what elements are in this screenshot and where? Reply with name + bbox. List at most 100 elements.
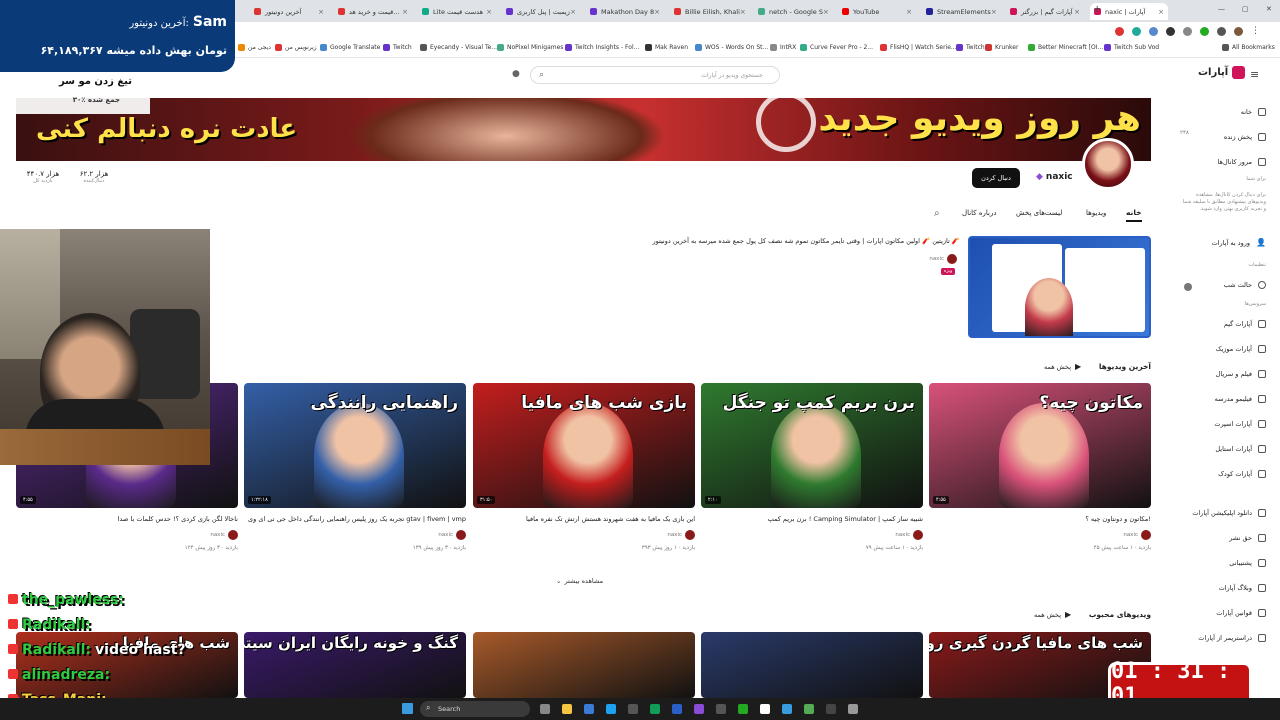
bookmark-item[interactable]: Twitch Insights - Fol... (565, 44, 639, 51)
taskbar-app-icon[interactable] (804, 704, 814, 714)
new-tab-icon[interactable]: + (1093, 4, 1101, 15)
video-title[interactable]: تجربه یک روز پلیس راهنمایی رانندگی داخل … (248, 515, 466, 523)
sidebar-footer-link[interactable]: وبلاگ آپارات (1219, 584, 1266, 592)
browser-tab[interactable]: Billie Eilish, Khali × (670, 3, 748, 20)
play-all-button[interactable]: پخش همه ▶ (1034, 610, 1071, 619)
taskbar-app-icon[interactable] (628, 704, 638, 714)
sidebar-service[interactable]: آپارات کودک (1218, 470, 1266, 478)
browser-tab[interactable]: StreamElements × (922, 3, 1000, 20)
close-icon[interactable]: × (906, 8, 912, 16)
sidebar-item[interactable]: پخش زنده (1224, 133, 1266, 141)
video-thumbnail[interactable]: مکاتون چیه؟ ۴:۵۵ (929, 383, 1151, 508)
sidebar-footer-link[interactable]: حق نشر (1229, 534, 1266, 542)
bookmark-item[interactable]: Twitch (956, 44, 985, 51)
sidebar-service[interactable]: آپارات موزیک (1216, 345, 1266, 353)
video-title[interactable]: ناخالا لگن بازی کردی ؟! حدس کلمات با صدا (118, 515, 238, 523)
profile-avatar[interactable] (1234, 27, 1243, 36)
browser-tab[interactable]: آپارات گیم | بزرگتر × (1006, 3, 1084, 20)
follow-button[interactable]: دنبال کردن (972, 168, 1020, 188)
sidebar-footer-link[interactable]: پشتیبانی (1229, 559, 1266, 567)
close-icon[interactable]: × (654, 8, 660, 16)
tab-playlists[interactable]: لیست‌های پخش (1016, 209, 1062, 217)
video-title[interactable]: این بازی یک مافیا به هفت شهروند هستش ارت… (526, 515, 695, 523)
night-mode-toggle[interactable]: حالت شب (1224, 281, 1266, 289)
toggle-switch[interactable] (1184, 283, 1192, 291)
close-icon[interactable]: × (318, 8, 324, 16)
bookmark-item[interactable]: Eyecandy - Visual Te... (420, 44, 497, 51)
tab-home[interactable]: خانه (1126, 208, 1142, 222)
bookmark-item[interactable]: NoPixel Minigames (497, 44, 563, 51)
browser-tab[interactable]: naxic | آپارات × (1090, 3, 1168, 20)
video-author[interactable]: naxic (438, 530, 466, 540)
taskbar-app-icon[interactable] (782, 704, 792, 714)
taskbar-app-icon[interactable] (540, 704, 550, 714)
extension-icon[interactable] (1149, 27, 1158, 36)
bookmark-item[interactable]: Google Translate (320, 44, 380, 51)
logo[interactable]: آپارات (1198, 66, 1246, 79)
sidebar-service[interactable]: آپارات اسپرت (1214, 420, 1266, 428)
taskbar-app-icon[interactable] (672, 704, 682, 714)
menu-icon[interactable]: ⋮ (1251, 27, 1260, 36)
browser-tab[interactable]: آخرین دونیتور × (250, 3, 328, 20)
sidebar-item[interactable]: خانه (1241, 108, 1266, 116)
bookmark-item[interactable]: Better Minecraft [OI... (1028, 44, 1103, 51)
tab-videos[interactable]: ویدیوها (1086, 209, 1106, 217)
taskbar-app-icon[interactable] (826, 704, 836, 714)
bookmark-item[interactable]: IntRX (770, 44, 796, 51)
bookmark-item[interactable]: All Bookmarks (1222, 44, 1275, 51)
video-author[interactable]: naxic (210, 530, 238, 540)
play-all-button[interactable]: پخش همه ▶ (1044, 362, 1081, 371)
close-icon[interactable]: × (1158, 8, 1164, 16)
extension-icon[interactable] (1115, 27, 1124, 36)
sidebar-item[interactable]: مرور کانال‌ها (1218, 158, 1266, 166)
bookmark-item[interactable]: Mak Raven (645, 44, 688, 51)
taskbar-app-icon[interactable] (584, 704, 594, 714)
tab-about[interactable]: درباره کانال (962, 209, 996, 217)
video-thumbnail[interactable]: راهنمایی رانندگی ۱:۲۲:۱۸ (244, 383, 466, 508)
bookmark-item[interactable]: دیجی من (238, 44, 271, 51)
browser-tab[interactable]: Lite هدست قیمت × (418, 3, 496, 20)
sidebar-footer-link[interactable]: دانلود اپلیکیشن آپارات (1192, 509, 1266, 517)
video-author[interactable]: naxic (667, 530, 695, 540)
login-button[interactable]: ورود به آپارات 👤 (1212, 238, 1266, 247)
close-icon[interactable]: × (823, 8, 829, 16)
minimize-icon[interactable]: — (1218, 5, 1225, 13)
browser-tab[interactable]: YouTube × (838, 3, 916, 20)
close-icon[interactable]: × (1074, 8, 1080, 16)
close-icon[interactable]: × (486, 8, 492, 16)
close-icon[interactable]: × (402, 8, 408, 16)
taskbar-app-icon[interactable] (738, 704, 748, 714)
video-thumbnail[interactable]: برن بریم کمپ تو جنگل ۲:۱۰ (701, 383, 923, 508)
taskbar-app-icon[interactable] (606, 704, 616, 714)
video-thumbnail[interactable]: گنگ و خونه رایگان ایران سیتی (244, 632, 466, 698)
video-thumbnail[interactable] (473, 632, 695, 698)
browser-tab[interactable]: قیمت و خرید هد... × (334, 3, 412, 20)
sidebar-footer-link[interactable]: قوانین آپارات (1216, 609, 1266, 617)
featured-thumbnail[interactable] (968, 236, 1151, 338)
sidebar-service[interactable]: آپارات گیم (1224, 320, 1266, 328)
taskbar-search[interactable]: ⌕ Search (420, 701, 530, 717)
extension-icon[interactable] (1200, 27, 1209, 36)
browser-tab[interactable]: Makathon Day 8 × (586, 3, 664, 20)
taskbar-app-icon[interactable] (694, 704, 704, 714)
video-title[interactable]: مکاتون و دونتاون چیه ؟! (1085, 515, 1151, 523)
bookmark-item[interactable]: Twitch Sub Vod (1104, 44, 1159, 51)
taskbar-app-icon[interactable] (760, 704, 770, 714)
video-thumbnail[interactable] (701, 632, 923, 698)
bookmark-item[interactable]: Twitch (383, 44, 412, 51)
search-icon[interactable]: ⌕ (539, 70, 544, 80)
close-icon[interactable]: × (991, 8, 997, 16)
windows-start-icon[interactable] (402, 703, 413, 714)
search-icon[interactable]: ⌕ (934, 208, 940, 219)
taskbar-app-icon[interactable] (848, 704, 858, 714)
video-title[interactable]: برن بریم کمپ ! Camping Simulator | شبیه … (768, 515, 923, 523)
microphone-icon[interactable]: ● (512, 69, 520, 79)
show-more-button[interactable]: ⌄ مشاهده بیشتر (556, 577, 603, 585)
taskbar-app-icon[interactable] (562, 704, 572, 714)
sidebar-service[interactable]: آپارات استایل (1215, 445, 1266, 453)
close-icon[interactable]: × (570, 8, 576, 16)
close-icon[interactable]: × (740, 8, 746, 16)
extension-icon[interactable] (1166, 27, 1175, 36)
sidebar-service[interactable]: فیلیمو مدرسه (1215, 395, 1266, 403)
video-author[interactable]: naxic (1123, 530, 1151, 540)
